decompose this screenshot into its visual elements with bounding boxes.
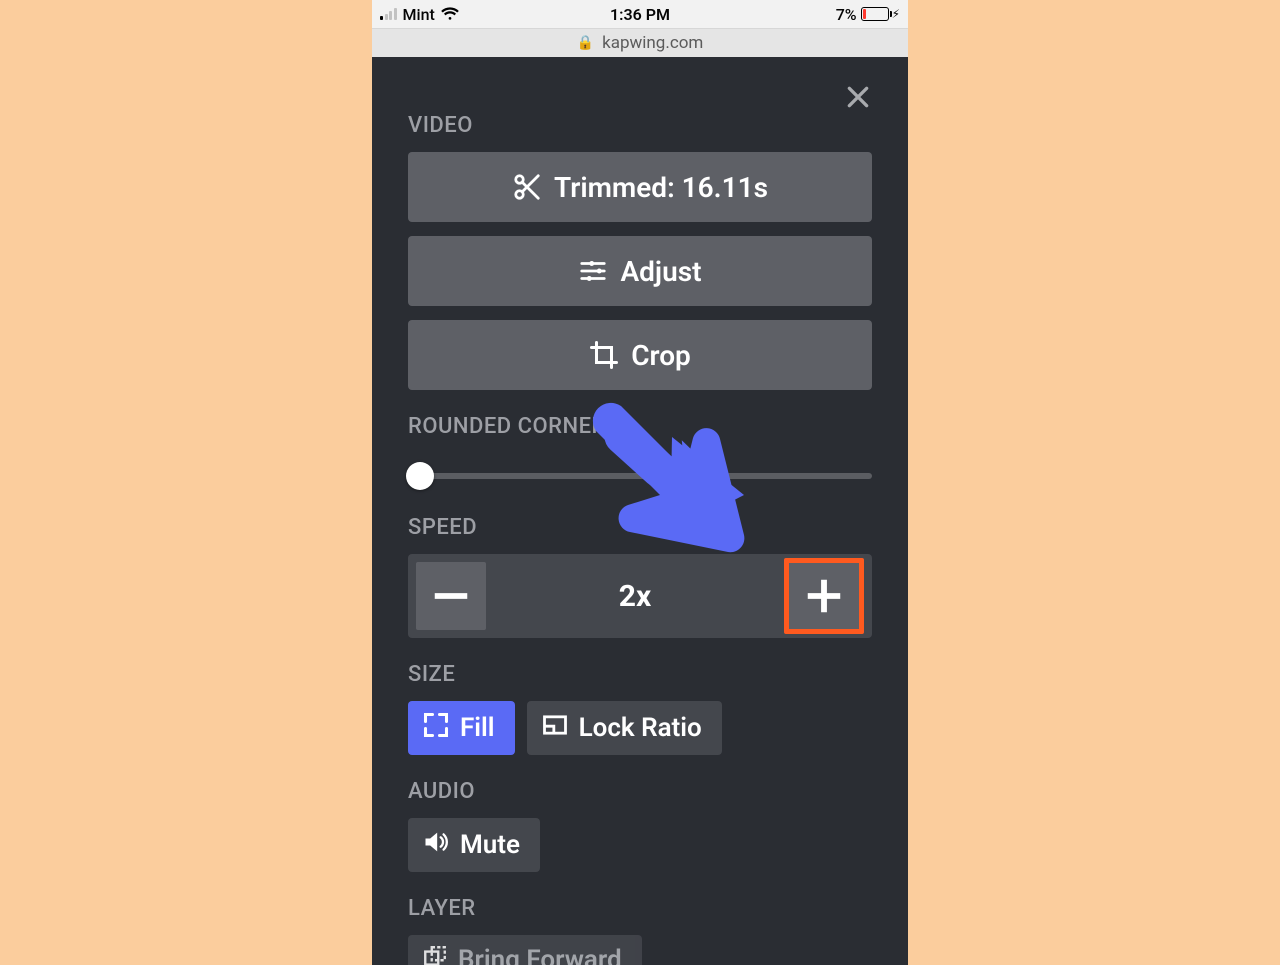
battery-percentage: 7% bbox=[836, 5, 857, 24]
fullscreen-icon bbox=[422, 711, 450, 746]
fill-button[interactable]: Fill bbox=[408, 701, 515, 755]
phone-screenshot: Mint 1:36 PM 7% ⚡︎ 🔒 kapwing.com bbox=[372, 0, 908, 965]
speaker-icon bbox=[422, 828, 450, 863]
lock-ratio-label: Lock Ratio bbox=[579, 713, 702, 743]
trim-label: Trimmed: 16.11s bbox=[554, 171, 768, 204]
wifi-icon bbox=[441, 7, 459, 21]
section-layer: LAYER bbox=[408, 896, 872, 921]
speed-increase-button[interactable] bbox=[784, 558, 864, 634]
status-time: 1:36 PM bbox=[610, 5, 670, 24]
slider-thumb[interactable] bbox=[406, 462, 434, 490]
section-video: VIDEO bbox=[408, 113, 872, 138]
minus-icon bbox=[431, 576, 471, 616]
section-speed: SPEED bbox=[408, 515, 872, 540]
plus-icon bbox=[804, 576, 844, 616]
scissors-icon bbox=[512, 172, 542, 202]
signal-bars-icon bbox=[380, 8, 397, 20]
adjust-button[interactable]: Adjust bbox=[408, 236, 872, 306]
aspect-ratio-icon bbox=[541, 711, 569, 746]
crop-icon bbox=[589, 340, 619, 370]
section-audio: AUDIO bbox=[408, 779, 872, 804]
mute-label: Mute bbox=[460, 830, 520, 860]
slider-track bbox=[408, 473, 872, 479]
speed-decrease-button[interactable] bbox=[416, 562, 486, 630]
close-button[interactable] bbox=[838, 77, 878, 117]
section-size: SIZE bbox=[408, 662, 872, 687]
ios-status-bar: Mint 1:36 PM 7% ⚡︎ bbox=[372, 0, 908, 28]
trim-button[interactable]: Trimmed: 16.11s bbox=[408, 152, 872, 222]
crop-label: Crop bbox=[631, 339, 691, 372]
bring-forward-button[interactable]: Bring Forward bbox=[408, 935, 642, 965]
fill-label: Fill bbox=[460, 713, 495, 743]
section-rounded-corners: ROUNDED CORNERS bbox=[408, 414, 872, 439]
carrier-name: Mint bbox=[403, 5, 435, 24]
sliders-icon bbox=[578, 256, 608, 286]
rounded-corners-slider[interactable] bbox=[408, 461, 872, 491]
mute-button[interactable]: Mute bbox=[408, 818, 540, 872]
safari-url-bar[interactable]: 🔒 kapwing.com bbox=[372, 28, 908, 57]
bring-forward-label: Bring Forward bbox=[458, 945, 622, 965]
adjust-label: Adjust bbox=[620, 255, 701, 288]
lock-icon: 🔒 bbox=[577, 35, 594, 51]
close-icon bbox=[845, 84, 871, 110]
layers-icon bbox=[422, 944, 448, 965]
editor-panel: VIDEO Trimmed: 16.11s bbox=[372, 57, 908, 965]
speed-stepper: 2x bbox=[408, 554, 872, 638]
lock-ratio-button[interactable]: Lock Ratio bbox=[527, 701, 722, 755]
charging-icon: ⚡︎ bbox=[892, 8, 900, 20]
battery-icon bbox=[861, 7, 889, 21]
speed-value: 2x bbox=[486, 579, 784, 614]
crop-button[interactable]: Crop bbox=[408, 320, 872, 390]
url-domain: kapwing.com bbox=[602, 33, 703, 53]
